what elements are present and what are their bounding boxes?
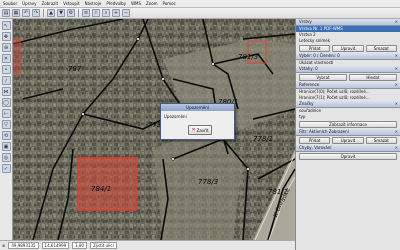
add-filter-button[interactable]: Přidat [299, 137, 331, 144]
coordinate-readout: 49,9893135 [8, 242, 39, 249]
menu-enter[interactable]: Vstoupit [63, 1, 80, 6]
save-icon[interactable]: ▦ [12, 9, 20, 17]
tags-panel-title[interactable]: Značky ✕ [296, 101, 400, 108]
close-button[interactable]: ✕ Zavřít [188, 125, 212, 135]
highlighted-parcel-left[interactable] [13, 37, 21, 77]
gps-icon[interactable]: ◎ [1, 153, 11, 162]
draw-way-icon[interactable]: ∕ [1, 76, 11, 85]
menu-tools[interactable]: Nástroje [85, 1, 102, 6]
references-panel-title[interactable]: Reference ✕ [296, 82, 400, 89]
relations-buttons: Vybrat Hledat [296, 73, 400, 82]
close-icon: ✕ [394, 19, 398, 24]
close-button-label: Zavřít [196, 127, 209, 133]
menubar: Soubor Úpravy Zobrazit Vstoupit Nástroje… [0, 0, 400, 8]
validator-icon[interactable]: ✓ [1, 164, 11, 173]
main-toolbar: ▤ ▦ ↶ ↷ ▲ ▼ ⚙ ≡ i ⌕ + − [0, 8, 400, 19]
status-info: Zjistit ulici [90, 242, 117, 249]
info-icon[interactable]: i [92, 9, 100, 17]
menu-view[interactable]: Zobrazit [41, 1, 58, 6]
upload-icon[interactable]: ▲ [47, 9, 55, 17]
filter-buttons: Přidat Upravit Smazat [296, 136, 400, 145]
zoom-in-icon[interactable]: + [112, 9, 120, 17]
selection-panel-title[interactable]: Výběr: 0 / Členění: 0 ✕ [296, 53, 400, 60]
latitude-icon: ⊕ [2, 243, 6, 248]
redo-icon[interactable]: ↷ [32, 9, 40, 17]
layers-icon[interactable]: ≡ [82, 9, 90, 17]
menu-edit[interactable]: Úpravy [22, 1, 36, 6]
draw-node-icon[interactable]: • [1, 65, 11, 74]
show-info-button[interactable]: Zobrazit informace [299, 121, 397, 128]
settings-icon[interactable]: ⚙ [67, 9, 75, 17]
parcel-label: 781/3 [238, 53, 258, 61]
open-icon[interactable]: ▤ [2, 9, 10, 17]
edit-layer-button[interactable]: Upravit [332, 45, 364, 52]
side-panels: Vrstvy ✕ Vrstva Nr. 1 PDF-WMS Vrstva 2 Le… [295, 19, 400, 250]
warning-dialog: Upozornění Upozornění ✕ Zavřít [160, 103, 235, 140]
close-icon: ✕ [394, 66, 398, 71]
layers-buttons: Přidat Upravit Smazat [296, 44, 400, 53]
toolbar-separator [78, 9, 79, 17]
menu-help[interactable]: Pomoc [163, 1, 176, 6]
tags-buttons: Zobrazit informace [296, 120, 400, 129]
edit-filter-button[interactable]: Upravit [332, 137, 364, 144]
angle-readout: 1,80 [72, 242, 88, 249]
menu-wms[interactable]: WMS [131, 1, 141, 6]
align-icon[interactable]: ◯ [1, 98, 11, 107]
search-icon[interactable]: ⌕ [102, 9, 110, 17]
delete-tool-icon[interactable]: ✕ [1, 54, 11, 63]
toolbar-separator [43, 9, 44, 17]
dialog-message: Upozornění [164, 114, 187, 119]
warnings-buttons: Opravit [296, 152, 400, 161]
split-icon[interactable]: ⋈ [1, 87, 11, 96]
menu-file[interactable]: Soubor [3, 1, 17, 6]
status-bar: ⊕ 49,9893135 14,614999 1,80 Zjistit ulic… [0, 240, 295, 250]
close-icon: ✕ [394, 101, 398, 106]
move-tool-icon[interactable]: ✥ [1, 32, 11, 41]
close-icon: ✕ [394, 129, 398, 134]
photo-icon[interactable]: ▣ [1, 142, 11, 151]
filter-panel-title[interactable]: Filtr: Aktivních Zobrazení ✕ [296, 129, 400, 136]
parcel-label: 787 [68, 65, 82, 73]
warnings-panel-title[interactable]: Chyby, Varování ✕ [296, 145, 400, 152]
select-tool-icon[interactable]: ↖ [1, 21, 11, 30]
layers-panel-title[interactable]: Vrstvy ✕ [296, 19, 400, 26]
selected-parcel[interactable] [77, 157, 137, 211]
close-icon: ✕ [191, 127, 196, 133]
relations-panel-title[interactable]: Vztahy: 0 ✕ [296, 66, 400, 73]
delete-filter-button[interactable]: Smazat [365, 137, 397, 144]
scale-readout: 14,614999 [41, 242, 70, 249]
menu-zoom[interactable]: Zoom [146, 1, 158, 6]
left-tool-palette: ↖ ✥ ⊕ ✕ • ∕ ⋈ ◯ ⊢ ▽ ⟲ ▣ ◎ ✓ [0, 19, 13, 240]
map-view[interactable]: 784/1 781/3 773 787 778/3 780/1 778/1 78… [13, 19, 295, 240]
zoom-out-icon[interactable]: − [122, 9, 130, 17]
download-icon[interactable]: ▼ [57, 9, 65, 17]
fix-button[interactable]: Opravit [299, 153, 397, 160]
menu-preferences[interactable]: Předvolby [106, 1, 126, 6]
filter-icon[interactable]: ▽ [1, 120, 11, 129]
dialog-title[interactable]: Upozornění [161, 104, 234, 111]
add-layer-button[interactable]: Přidat [299, 45, 331, 52]
zoom-tool-icon[interactable]: ⊕ [1, 43, 11, 52]
measure-icon[interactable]: ⊢ [1, 109, 11, 118]
close-icon: ✕ [394, 145, 398, 150]
select-relation-button[interactable]: Vybrat [299, 74, 347, 81]
map-canvas[interactable]: 784/1 781/3 773 787 778/3 780/1 778/1 78… [13, 19, 295, 240]
close-icon: ✕ [394, 53, 398, 58]
delete-layer-button[interactable]: Smazat [365, 45, 397, 52]
history-icon[interactable]: ⟲ [1, 131, 11, 140]
parcel-label: 784/1 [91, 185, 111, 193]
parcel-label: 778/3 [198, 178, 218, 186]
undo-icon[interactable]: ↶ [22, 9, 30, 17]
close-icon: ✕ [394, 82, 398, 87]
parcel-label: 778/1 [253, 135, 273, 143]
find-relation-button[interactable]: Hledat [349, 74, 397, 81]
